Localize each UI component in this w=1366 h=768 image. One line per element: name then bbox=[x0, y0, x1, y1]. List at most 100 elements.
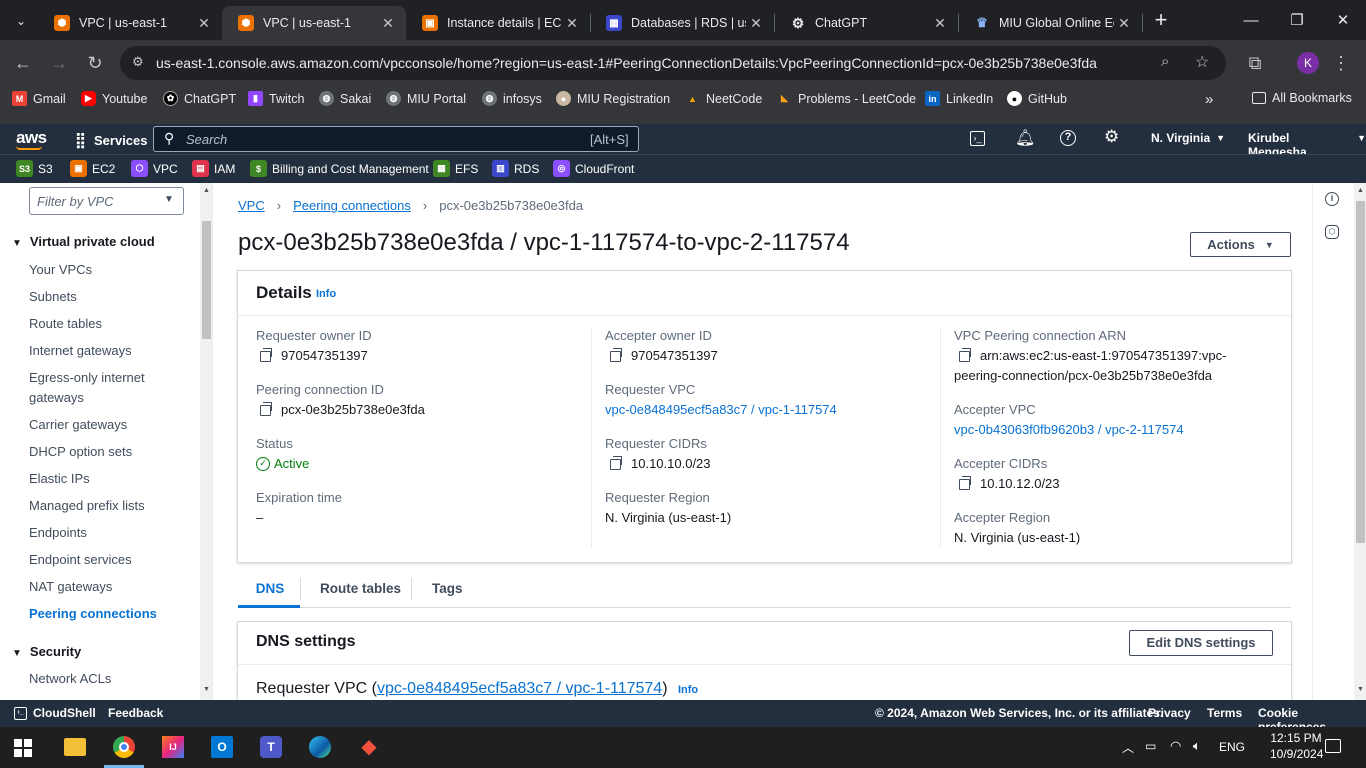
fav-ec2[interactable]: ▣ EC2 bbox=[70, 160, 115, 177]
sidebar-item-nat-gateways[interactable]: NAT gateways bbox=[29, 577, 112, 597]
close-icon[interactable]: ✕ bbox=[194, 15, 214, 32]
terms-link[interactable]: Terms bbox=[1207, 706, 1242, 720]
tray-overflow-icon[interactable]: ︿ bbox=[1122, 739, 1134, 756]
browser-tab-2-active[interactable]: ⬢ VPC | us-east-1 ✕ bbox=[222, 6, 406, 40]
sidebar-item-internet-gateways[interactable]: Internet gateways bbox=[29, 341, 132, 361]
nav-section-security[interactable]: ▼ Security bbox=[12, 644, 81, 659]
privacy-link[interactable]: Privacy bbox=[1148, 706, 1191, 720]
edit-dns-settings-button[interactable]: Edit DNS settings bbox=[1129, 630, 1273, 656]
info-link[interactable]: Info bbox=[316, 288, 336, 300]
fav-rds[interactable]: ▥ RDS bbox=[492, 160, 539, 177]
scrollbar-thumb[interactable] bbox=[202, 221, 211, 339]
help-icon[interactable]: ? bbox=[1060, 130, 1076, 146]
info-panel-icon[interactable]: i bbox=[1325, 192, 1339, 206]
browser-tab-3[interactable]: ▣ Instance details | EC2 ✕ bbox=[406, 6, 590, 40]
fav-s3[interactable]: S3 S3 bbox=[16, 160, 53, 177]
file-explorer-icon[interactable] bbox=[64, 738, 86, 756]
bookmark-miu-registration[interactable]: ● MIU Registration bbox=[556, 91, 670, 106]
bookmark-sakai[interactable]: ◍ Sakai bbox=[319, 91, 371, 106]
bookmark-twitch[interactable]: ▮ Twitch bbox=[248, 91, 304, 106]
browser-tab-1[interactable]: ⬢ VPC | us-east-1 ✕ bbox=[38, 6, 222, 40]
vpc-filter-select[interactable]: Filter by VPC ▼ bbox=[29, 187, 184, 215]
fav-billing[interactable]: $ Billing and Cost Management bbox=[250, 160, 429, 177]
bookmark-star-icon[interactable]: ☆ bbox=[1195, 52, 1209, 72]
back-button[interactable]: ← bbox=[8, 48, 38, 78]
copy-icon[interactable] bbox=[610, 348, 622, 363]
feedback-panel-icon[interactable]: ⬡ bbox=[1325, 225, 1339, 239]
sidebar-item-peering-connections[interactable]: Peering connections bbox=[29, 604, 157, 624]
requester-vpc-link[interactable]: vpc-0e848495ecf5a83c7 / vpc-1-117574 bbox=[605, 402, 837, 417]
actions-button[interactable]: Actions ▼ bbox=[1190, 232, 1291, 257]
close-icon[interactable]: ✕ bbox=[562, 15, 582, 32]
sidebar-item-network-acls[interactable]: Network ACLs bbox=[29, 669, 111, 689]
page-scrollbar[interactable]: ▲ ▼ bbox=[1354, 183, 1366, 700]
outlook-icon[interactable]: O bbox=[211, 736, 233, 758]
bookmark-linkedin[interactable]: in LinkedIn bbox=[925, 91, 993, 106]
close-window-button[interactable]: ✕ bbox=[1320, 0, 1366, 40]
intellij-icon[interactable]: IJ bbox=[162, 736, 184, 758]
bookmark-gmail[interactable]: M Gmail bbox=[12, 91, 66, 106]
profile-avatar[interactable]: K bbox=[1297, 52, 1319, 74]
volume-icon[interactable]: 🔈︎ bbox=[1193, 738, 1201, 754]
aws-logo[interactable]: aws bbox=[16, 128, 47, 148]
close-icon[interactable]: ✕ bbox=[930, 15, 950, 32]
edge-icon[interactable] bbox=[309, 736, 331, 758]
bookmark-neetcode[interactable]: ▲ NeetCode bbox=[685, 91, 762, 106]
chrome-icon[interactable] bbox=[113, 736, 135, 758]
fav-efs[interactable]: ▦ EFS bbox=[433, 160, 478, 177]
browser-tab-6[interactable]: ♛ MIU Global Online Ed ✕ bbox=[958, 6, 1142, 40]
forward-button[interactable]: → bbox=[44, 48, 74, 78]
bookmark-miu-portal[interactable]: ◍ MIU Portal bbox=[386, 91, 466, 106]
copy-icon[interactable] bbox=[260, 348, 272, 363]
bookmark-youtube[interactable]: ▶ Youtube bbox=[81, 91, 147, 106]
sidebar-item-elastic-ips[interactable]: Elastic IPs bbox=[29, 469, 90, 489]
fav-iam[interactable]: ▤ IAM bbox=[192, 160, 235, 177]
services-menu[interactable]: ⣿ Services bbox=[75, 131, 148, 149]
all-bookmarks[interactable]: All Bookmarks bbox=[1252, 91, 1352, 105]
sidebar-item-subnets[interactable]: Subnets bbox=[29, 287, 77, 307]
omnibox[interactable]: ⚙ us-east-1.console.aws.amazon.com/vpcco… bbox=[120, 46, 1226, 80]
sidebar-scrollbar[interactable]: ▲ ▼ bbox=[200, 183, 212, 700]
zoom-icon[interactable]: ⌕ bbox=[1161, 53, 1169, 70]
notification-center-icon[interactable] bbox=[1325, 739, 1341, 753]
extensions-icon[interactable]: ⧉ bbox=[1240, 48, 1270, 78]
cloudshell-button[interactable]: ›_ CloudShell bbox=[14, 706, 96, 720]
tab-route-tables[interactable]: Route tables bbox=[320, 581, 401, 596]
breadcrumb-peering[interactable]: Peering connections bbox=[293, 198, 411, 213]
close-icon[interactable]: ✕ bbox=[746, 15, 766, 32]
sidebar-item-route-tables[interactable]: Route tables bbox=[29, 314, 102, 334]
copy-icon[interactable] bbox=[260, 402, 272, 417]
new-tab-button[interactable]: + bbox=[1148, 8, 1174, 34]
close-icon[interactable]: ✕ bbox=[1114, 15, 1134, 32]
nav-section-vpc[interactable]: ▼ Virtual private cloud bbox=[12, 234, 155, 249]
breadcrumb-vpc[interactable]: VPC bbox=[238, 198, 265, 213]
git-client-icon[interactable]: ◆ bbox=[358, 736, 380, 758]
feedback-link[interactable]: Feedback bbox=[108, 706, 163, 720]
settings-icon[interactable]: ⚙ bbox=[1104, 127, 1119, 147]
scrollbar-thumb[interactable] bbox=[1356, 201, 1365, 543]
restore-button[interactable]: ❐ bbox=[1274, 0, 1320, 40]
sidebar-item-carrier-gateways[interactable]: Carrier gateways bbox=[29, 415, 127, 435]
bookmark-github[interactable]: ● GitHub bbox=[1007, 91, 1067, 106]
sidebar-item-endpoints[interactable]: Endpoints bbox=[29, 523, 87, 543]
sidebar-item-your-vpcs[interactable]: Your VPCs bbox=[29, 260, 92, 280]
tab-dns[interactable]: DNS bbox=[240, 581, 300, 596]
reload-button[interactable]: ↻ bbox=[80, 48, 110, 78]
copy-icon[interactable] bbox=[610, 456, 622, 471]
cloudshell-icon[interactable]: ›_ bbox=[970, 131, 985, 146]
teams-icon[interactable]: T bbox=[260, 736, 282, 758]
tab-search-icon[interactable]: ⌄ bbox=[8, 8, 34, 34]
bookmark-chatgpt[interactable]: ✿ ChatGPT bbox=[163, 91, 236, 106]
bookmark-leetcode[interactable]: ◣ Problems - LeetCode bbox=[777, 91, 916, 106]
region-selector[interactable]: N. Virginia ▼ bbox=[1151, 131, 1225, 146]
search-input[interactable]: ⚲ Search [Alt+S] bbox=[153, 126, 639, 152]
fav-cloudfront[interactable]: ◎ CloudFront bbox=[553, 160, 634, 177]
windows-start-icon[interactable] bbox=[14, 739, 32, 757]
requester-vpc-dns-link[interactable]: vpc-0e848495ecf5a83c7 / vpc-1-117574 bbox=[377, 680, 662, 697]
sidebar-item-endpoint-services[interactable]: Endpoint services bbox=[29, 550, 132, 570]
wifi-icon[interactable]: ◠ bbox=[1170, 738, 1181, 754]
browser-tab-4[interactable]: ▦ Databases | RDS | us- ✕ bbox=[590, 6, 774, 40]
clock[interactable]: 12:15 PM 10/9/2024 bbox=[1270, 731, 1323, 761]
browser-tab-5[interactable]: ⚙ ChatGPT ✕ bbox=[774, 6, 958, 40]
main-scrollbar[interactable] bbox=[1299, 183, 1312, 700]
